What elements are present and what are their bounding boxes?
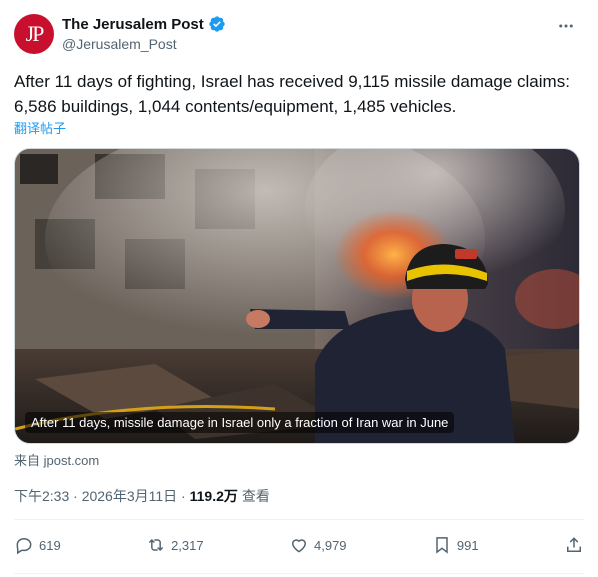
handle[interactable]: @Jerusalem_Post [62, 36, 226, 52]
news-photo [15, 149, 579, 443]
reply-icon [16, 537, 32, 555]
tweet-meta: 下午2:33 · 2026年3月11日 · 119.2万 查看 [14, 486, 270, 506]
divider [14, 519, 584, 520]
link-source[interactable]: 来自 jpost.com [14, 450, 99, 469]
tweet-header: JP The Jerusalem Post @Jerusalem_Post [14, 14, 584, 56]
avatar[interactable]: JP [14, 14, 54, 54]
tweet-text: After 11 days of fighting, Israel has re… [14, 72, 570, 116]
action-bar: 619 2,317 4,979 991 [14, 530, 584, 560]
like-count: 4,979 [314, 537, 347, 553]
views-label: 查看 [241, 488, 270, 504]
share-icon [567, 537, 581, 552]
like-button[interactable]: 4,979 [289, 535, 347, 555]
bookmark-button[interactable]: 991 [432, 535, 479, 555]
display-name[interactable]: The Jerusalem Post [62, 16, 204, 33]
reply-button[interactable]: 619 [14, 535, 61, 555]
repost-count: 2,317 [171, 537, 204, 553]
meta-separator: · [69, 488, 82, 504]
verified-badge-icon [209, 16, 225, 32]
media-caption: After 11 days, missile damage in Israel … [25, 412, 455, 433]
heart-icon [291, 539, 307, 553]
bookmark-icon [436, 537, 448, 554]
bottom-divider [14, 573, 584, 574]
view-count: 119.2万 [189, 488, 238, 504]
author-names: The Jerusalem Post @Jerusalem_Post [62, 14, 226, 52]
post-time[interactable]: 下午2:33 [14, 486, 69, 506]
translate-post-link[interactable]: 翻译帖子 [14, 118, 66, 137]
post-date[interactable]: 2026年3月11日 [82, 486, 177, 506]
bookmark-count: 991 [456, 537, 479, 553]
reply-count: 619 [39, 537, 61, 553]
repost-icon [148, 538, 164, 552]
repost-button[interactable]: 2,317 [146, 535, 204, 555]
more-options-icon[interactable] [554, 14, 578, 38]
tweet-media[interactable]: After 11 days, missile damage in Israel … [14, 148, 580, 444]
share-button[interactable] [564, 535, 584, 555]
meta-separator-2: · [177, 488, 190, 504]
